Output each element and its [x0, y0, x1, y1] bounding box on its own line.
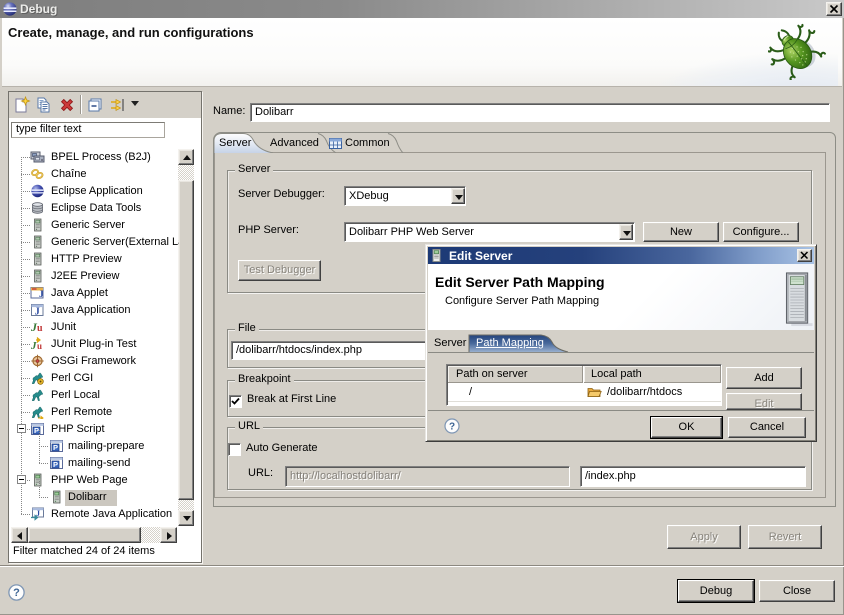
- svg-text:?: ?: [13, 587, 20, 599]
- svg-text:J: J: [39, 289, 44, 299]
- svg-text:J: J: [35, 307, 40, 318]
- svg-text:J: J: [30, 340, 37, 351]
- svg-text:u: u: [37, 341, 42, 351]
- svg-text:?: ?: [449, 422, 455, 433]
- svg-text:P: P: [53, 443, 58, 452]
- svg-text:u: u: [37, 323, 43, 334]
- svg-text:P: P: [53, 460, 58, 469]
